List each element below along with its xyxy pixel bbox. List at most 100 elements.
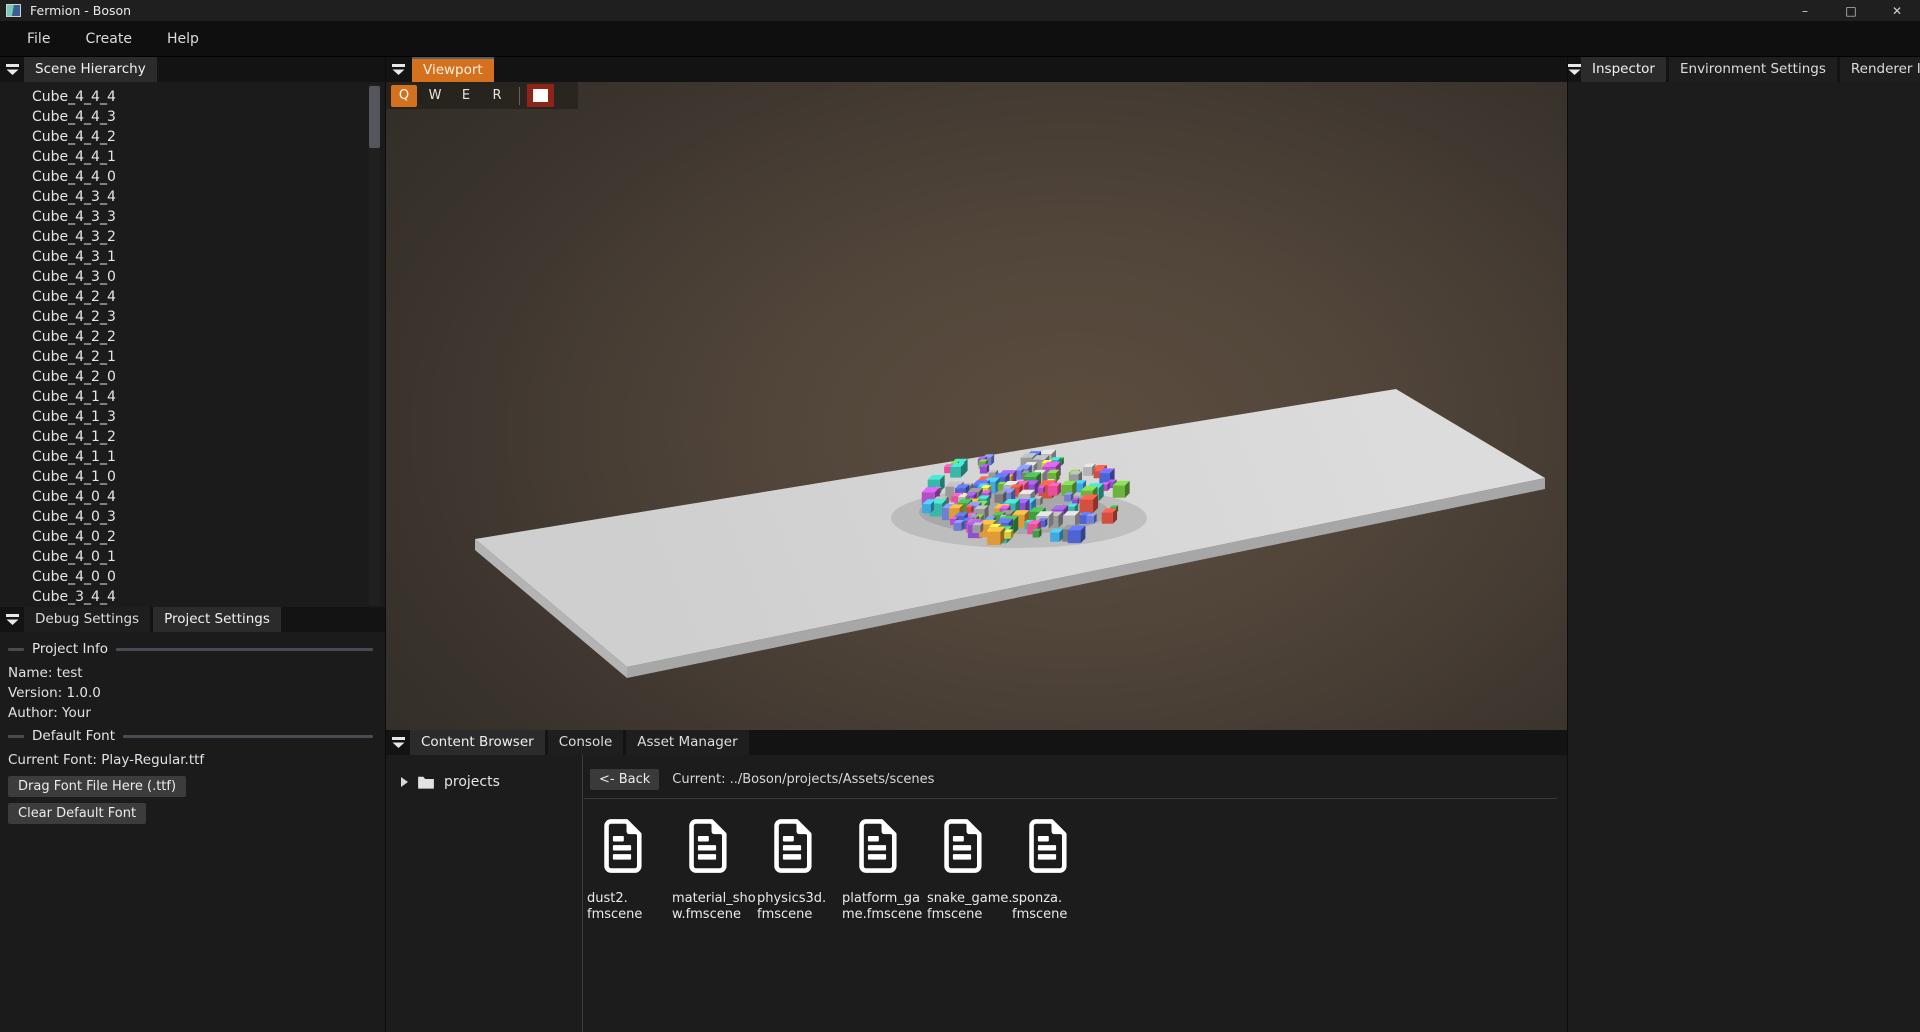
clear-color-swatch-inner bbox=[533, 89, 548, 102]
back-button[interactable]: <- Back bbox=[590, 769, 659, 790]
viewport-3d[interactable]: QWER bbox=[386, 82, 1567, 730]
minimize-button[interactable]: – bbox=[1782, 0, 1828, 21]
hierarchy-item[interactable]: Cube_4_3_3 bbox=[0, 207, 385, 227]
hierarchy-item[interactable]: Cube_4_4_3 bbox=[0, 107, 385, 127]
scene-file-icon bbox=[857, 817, 897, 875]
gizmo-button-w[interactable]: W bbox=[422, 85, 448, 107]
tab-scene-hierarchy[interactable]: Scene Hierarchy bbox=[24, 57, 157, 82]
header-dash-icon bbox=[8, 648, 24, 651]
header-line-icon bbox=[116, 648, 373, 651]
info-row: Name: test bbox=[0, 663, 385, 683]
hierarchy-scrollbar-thumb[interactable] bbox=[369, 86, 380, 148]
hierarchy-item[interactable]: Cube_4_4_0 bbox=[0, 167, 385, 187]
collapse-glyph bbox=[392, 64, 405, 75]
tab-inspector[interactable]: Inspector bbox=[1581, 57, 1666, 82]
hierarchy-item[interactable]: Cube_4_1_2 bbox=[0, 427, 385, 447]
menu-item-file[interactable]: File bbox=[11, 24, 66, 54]
hierarchy-item[interactable]: Cube_4_0_1 bbox=[0, 547, 385, 567]
collapse-panel-icon[interactable] bbox=[0, 607, 24, 632]
hierarchy-item[interactable]: Cube_4_2_0 bbox=[0, 367, 385, 387]
tab-renderer-info[interactable]: Renderer Info bbox=[1840, 57, 1920, 82]
hierarchy-item[interactable]: Cube_3_4_4 bbox=[0, 587, 385, 607]
file-item[interactable]: platform_ga me.fmscene bbox=[842, 817, 927, 922]
tab-content-browser[interactable]: Content Browser bbox=[410, 730, 545, 755]
clear-color-swatch[interactable] bbox=[527, 84, 554, 107]
tree-item-projects[interactable]: projects bbox=[386, 755, 582, 790]
expand-arrow-icon[interactable] bbox=[401, 777, 408, 787]
hierarchy-item[interactable]: Cube_4_1_1 bbox=[0, 447, 385, 467]
collapse-panel-icon[interactable] bbox=[1568, 57, 1581, 82]
tab-project-settings[interactable]: Project Settings bbox=[153, 607, 281, 632]
hierarchy-item[interactable]: Cube_4_2_4 bbox=[0, 287, 385, 307]
file-item[interactable]: snake_game. fmscene bbox=[927, 817, 1012, 922]
scene-file-icon bbox=[602, 817, 642, 875]
info-row: Current Font: Play-Regular.ttf bbox=[0, 750, 385, 770]
file-item[interactable]: sponza. fmscene bbox=[1012, 817, 1097, 922]
hierarchy-item[interactable]: Cube_4_0_0 bbox=[0, 567, 385, 587]
collapse-panel-icon[interactable] bbox=[386, 57, 410, 82]
close-button[interactable]: ✕ bbox=[1874, 0, 1920, 21]
hierarchy-item[interactable]: Cube_4_1_4 bbox=[0, 387, 385, 407]
hierarchy-list: Cube_4_4_4Cube_4_4_3Cube_4_4_2Cube_4_4_1… bbox=[0, 82, 385, 607]
hierarchy-item[interactable]: Cube_4_4_2 bbox=[0, 127, 385, 147]
window-controls: –□✕ bbox=[1782, 0, 1920, 21]
file-item[interactable]: dust2. fmscene bbox=[587, 817, 672, 922]
tab-environment-settings[interactable]: Environment Settings bbox=[1669, 57, 1837, 82]
title-bar: Fermion - Boson –□✕ bbox=[0, 0, 1920, 21]
files-pane: <- Back Current: ../Boson/projects/Asset… bbox=[584, 755, 1567, 1032]
menu-item-help[interactable]: Help bbox=[151, 24, 215, 54]
project-settings-body: Project Info Name: testVersion: 1.0.0Auth… bbox=[0, 632, 385, 1032]
header-dash-icon bbox=[8, 735, 24, 738]
settings-section-default-font: Default FontCurrent Font: Play-Regular.t… bbox=[0, 728, 385, 824]
hierarchy-item[interactable]: Cube_4_2_1 bbox=[0, 347, 385, 367]
hierarchy-item[interactable]: Cube_4_4_1 bbox=[0, 147, 385, 167]
menu-bar: FileCreateHelp bbox=[0, 21, 1920, 57]
hierarchy-item[interactable]: Cube_4_2_2 bbox=[0, 327, 385, 347]
files-separator bbox=[584, 798, 1557, 799]
gizmo-button-r[interactable]: R bbox=[484, 85, 510, 107]
hierarchy-item[interactable]: Cube_4_0_4 bbox=[0, 487, 385, 507]
inspector-tabbar: InspectorEnvironment SettingsRenderer In… bbox=[1568, 57, 1920, 82]
file-name: material_sho w.fmscene bbox=[672, 891, 757, 922]
tab-debug-settings[interactable]: Debug Settings bbox=[24, 607, 150, 632]
collapse-panel-icon[interactable] bbox=[386, 730, 410, 755]
file-item[interactable]: material_sho w.fmscene bbox=[672, 817, 757, 922]
center-column: Viewport QWER Content BrowserConsoleAsse… bbox=[386, 57, 1567, 1032]
collapse-panel-icon[interactable] bbox=[0, 57, 24, 82]
hierarchy-item[interactable]: Cube_4_3_2 bbox=[0, 227, 385, 247]
hierarchy-item[interactable]: Cube_4_1_3 bbox=[0, 407, 385, 427]
section-title: Project Info bbox=[32, 641, 108, 657]
bottom-tabbar: Content BrowserConsoleAsset Manager bbox=[386, 730, 1567, 755]
maximize-button[interactable]: □ bbox=[1828, 0, 1874, 21]
menu-item-create[interactable]: Create bbox=[69, 24, 148, 54]
info-row: Author: Your bbox=[0, 703, 385, 723]
file-name: sponza. fmscene bbox=[1012, 891, 1097, 922]
drag-font-file-here-ttf--button[interactable]: Drag Font File Here (.ttf) bbox=[8, 776, 186, 797]
tab-asset-manager[interactable]: Asset Manager bbox=[626, 730, 748, 755]
hierarchy-item[interactable]: Cube_4_4_4 bbox=[0, 87, 385, 107]
tab-console[interactable]: Console bbox=[548, 730, 624, 755]
hierarchy-item[interactable]: Cube_4_3_0 bbox=[0, 267, 385, 287]
hierarchy-item[interactable]: Cube_4_3_4 bbox=[0, 187, 385, 207]
scene-file-icon bbox=[687, 817, 727, 875]
gizmo-button-e[interactable]: E bbox=[453, 85, 479, 107]
file-name: snake_game. fmscene bbox=[927, 891, 1012, 922]
window-title: Fermion - Boson bbox=[30, 3, 131, 18]
hierarchy-item[interactable]: Cube_4_3_1 bbox=[0, 247, 385, 267]
info-row: Version: 1.0.0 bbox=[0, 683, 385, 703]
collapse-glyph bbox=[392, 737, 405, 748]
section-header: Project Info bbox=[8, 641, 373, 657]
gizmo-button-q[interactable]: Q bbox=[391, 85, 417, 107]
file-item[interactable]: physics3d. fmscene bbox=[757, 817, 842, 922]
clear-default-font-button[interactable]: Clear Default Font bbox=[8, 803, 146, 824]
collapse-glyph bbox=[6, 614, 19, 625]
tab-viewport[interactable]: Viewport bbox=[412, 57, 494, 82]
folder-name: projects bbox=[444, 774, 500, 790]
hierarchy-item[interactable]: Cube_4_0_3 bbox=[0, 507, 385, 527]
hierarchy-item[interactable]: Cube_4_2_3 bbox=[0, 307, 385, 327]
hierarchy-item[interactable]: Cube_4_0_2 bbox=[0, 527, 385, 547]
folder-icon bbox=[417, 775, 435, 789]
collapse-glyph bbox=[1568, 64, 1581, 75]
hierarchy-item[interactable]: Cube_4_1_0 bbox=[0, 467, 385, 487]
hierarchy-scrollbar[interactable] bbox=[369, 84, 380, 605]
